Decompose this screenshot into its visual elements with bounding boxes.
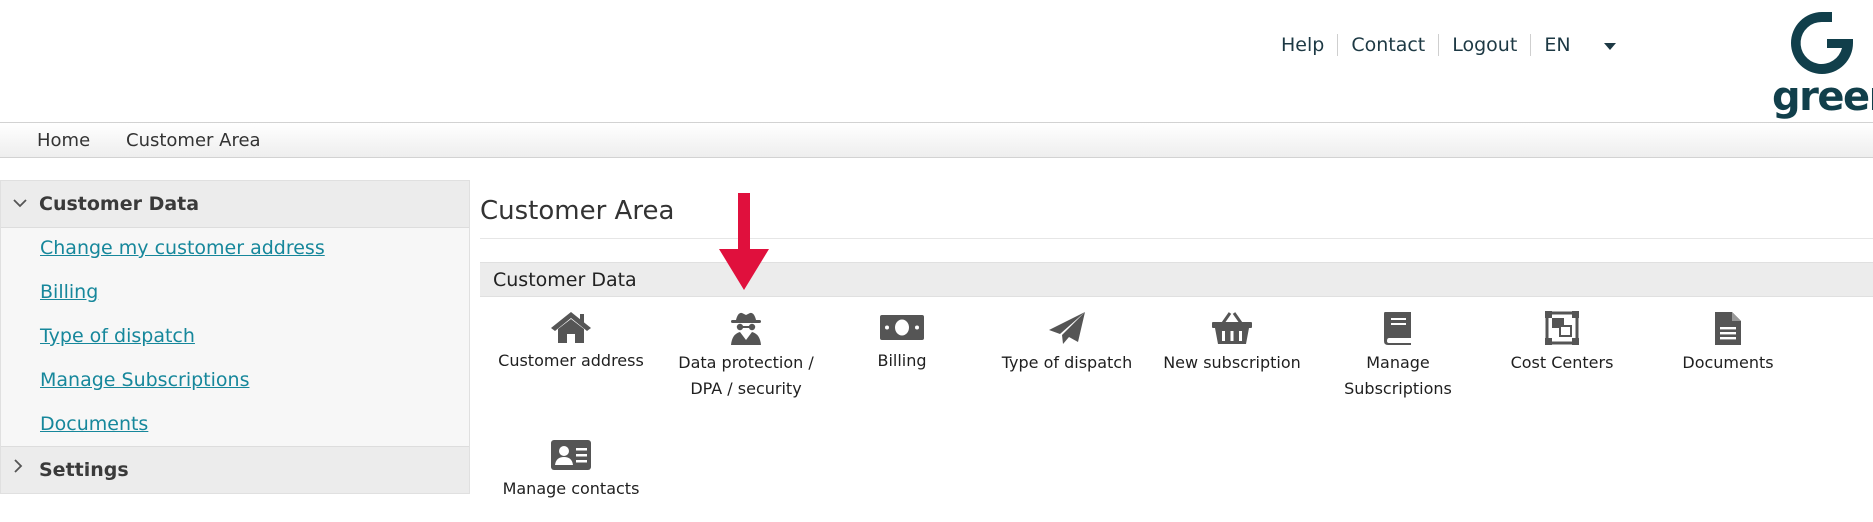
tile-label: Billing	[877, 351, 927, 370]
sidebar-link-manage-subscriptions[interactable]: Manage Subscriptions	[40, 369, 249, 391]
page-title: Customer Area	[480, 196, 675, 226]
tile-type-of-dispatch[interactable]: Type of dispatch	[987, 310, 1147, 376]
chevron-down-icon[interactable]	[13, 194, 27, 212]
sidebar-section-settings[interactable]: Settings	[1, 446, 469, 493]
sidebar-item: Documents	[1, 404, 469, 448]
breadcrumb-home[interactable]: Home	[37, 130, 90, 151]
sidebar: Customer Data Change my customer address…	[0, 180, 470, 494]
sidebar-settings-title: Settings	[39, 459, 129, 481]
id-card-icon	[551, 440, 591, 470]
book-icon	[1384, 312, 1411, 345]
tile-label-line: Manage	[1366, 353, 1430, 372]
sidebar-item: Manage Subscriptions	[1, 360, 469, 404]
breadcrumb-customer-area[interactable]: Customer Area	[126, 130, 261, 151]
tile-label-line: DPA / security	[690, 379, 802, 398]
basket-icon	[1212, 312, 1252, 344]
spy-icon	[731, 312, 761, 345]
sidebar-item: Billing	[1, 272, 469, 316]
section-title: Customer Data	[493, 269, 637, 291]
logo-text: green	[1772, 74, 1873, 120]
sidebar-links: Change my customer address Billing Type …	[1, 228, 469, 448]
tile-label: Documents	[1682, 353, 1774, 372]
sidebar-link-type-of-dispatch[interactable]: Type of dispatch	[40, 325, 195, 347]
file-icon	[1715, 312, 1741, 345]
object-group-icon	[1545, 311, 1579, 345]
tile-documents[interactable]: Documents	[1648, 310, 1808, 376]
logout-link[interactable]: Logout	[1439, 33, 1530, 57]
sidebar-section-customer-data[interactable]: Customer Data	[1, 181, 469, 228]
tile-label: Data protection / DPA / security	[666, 350, 826, 402]
tile-label: Manage contacts	[502, 479, 640, 498]
home-icon	[551, 312, 591, 343]
sidebar-section-title: Customer Data	[39, 193, 200, 215]
sidebar-item: Change my customer address	[1, 228, 469, 272]
sidebar-link-change-address[interactable]: Change my customer address	[40, 237, 325, 259]
tile-manage-contacts[interactable]: Manage contacts	[491, 438, 651, 502]
tile-billing[interactable]: Billing	[822, 310, 982, 374]
language-selector[interactable]: EN	[1531, 33, 1616, 57]
sidebar-link-billing[interactable]: Billing	[40, 281, 98, 303]
logo-mark-icon	[1791, 12, 1853, 74]
tile-cost-centers[interactable]: Cost Centers	[1482, 310, 1642, 376]
section-header: Customer Data	[480, 262, 1873, 297]
help-link[interactable]: Help	[1268, 33, 1337, 57]
breadcrumb: Home Customer Area	[0, 122, 1873, 158]
tile-label-line: Data protection /	[678, 353, 814, 372]
language-label[interactable]: EN	[1531, 33, 1583, 57]
sidebar-link-documents[interactable]: Documents	[40, 413, 148, 435]
brand-logo[interactable]: green	[1772, 8, 1873, 120]
money-bill-icon	[880, 315, 924, 340]
caret-down-icon[interactable]	[1603, 42, 1616, 50]
tile-new-subscription[interactable]: New subscription	[1152, 310, 1312, 376]
tile-label: Cost Centers	[1510, 353, 1614, 372]
tile-label: Manage Subscriptions	[1318, 350, 1478, 402]
tile-data-protection[interactable]: Data protection / DPA / security	[666, 310, 826, 402]
tile-customer-address[interactable]: Customer address	[491, 310, 651, 374]
sidebar-item: Type of dispatch	[1, 316, 469, 360]
contact-link[interactable]: Contact	[1338, 33, 1438, 57]
paper-plane-icon	[1049, 312, 1085, 344]
tile-label: Type of dispatch	[1001, 353, 1133, 372]
tile-label-line: Subscriptions	[1344, 379, 1452, 398]
top-nav: Help Contact Logout EN	[1268, 30, 1616, 60]
tile-label: Customer address	[498, 351, 644, 370]
arrow-down-icon	[719, 193, 769, 290]
tile-manage-subscriptions[interactable]: Manage Subscriptions	[1318, 310, 1478, 402]
chevron-right-icon[interactable]	[13, 459, 23, 477]
divider	[480, 238, 1873, 239]
tile-label: New subscription	[1163, 353, 1301, 372]
